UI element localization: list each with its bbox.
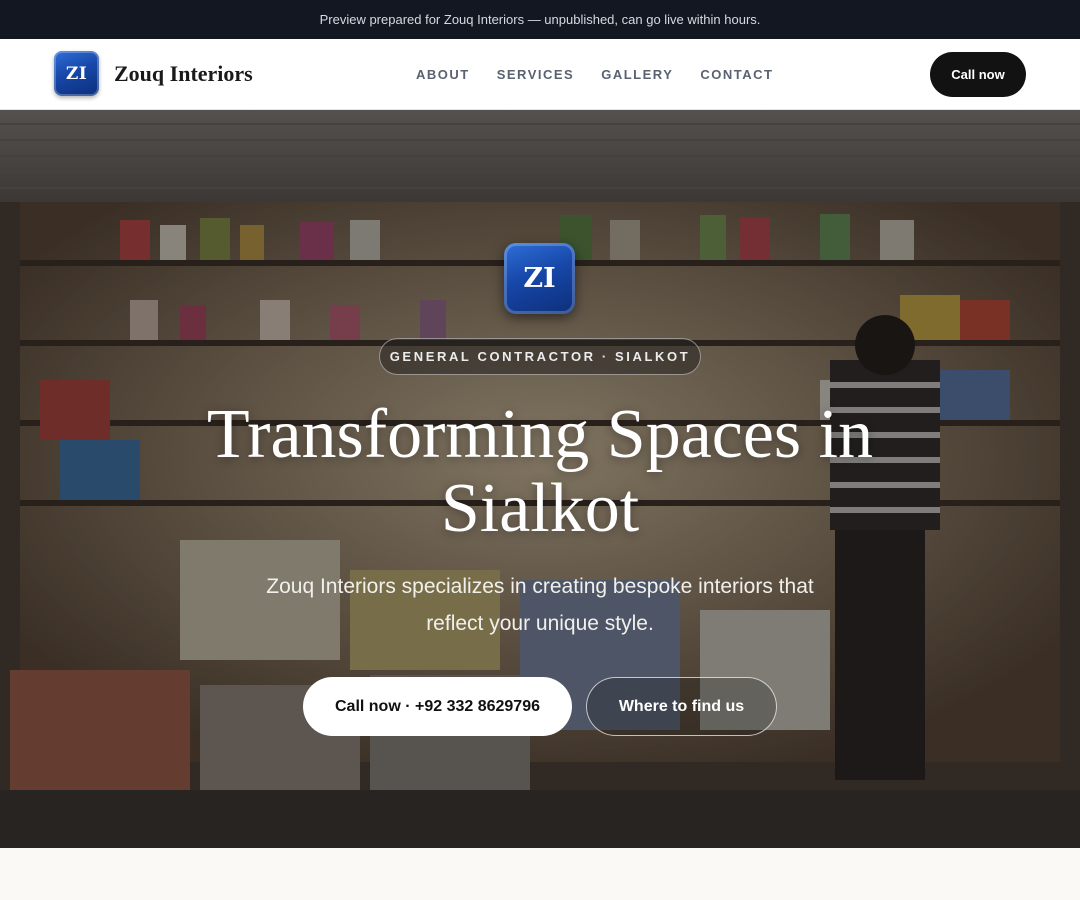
nav-link-gallery[interactable]: GALLERY [601, 67, 673, 82]
hero-logo: ZI [504, 243, 575, 314]
preview-banner: Preview prepared for Zouq Interiors — un… [0, 0, 1080, 39]
hero-subtitle: Zouq Interiors specializes in creating b… [266, 575, 814, 635]
hero-location-button[interactable]: Where to find us [586, 677, 777, 736]
hero-eyebrow-badge: GENERAL CONTRACTOR · SIALKOT [379, 338, 701, 375]
hero-call-button[interactable]: Call now · +92 332 8629796 [303, 677, 572, 736]
main-nav: ABOUT SERVICES GALLERY CONTACT [416, 39, 773, 109]
nav-link-about[interactable]: ABOUT [416, 67, 470, 82]
nav-link-services[interactable]: SERVICES [497, 67, 575, 82]
brand[interactable]: ZI Zouq Interiors [54, 51, 253, 96]
preview-banner-text: Preview prepared for Zouq Interiors — un… [319, 12, 761, 27]
header-call-button[interactable]: Call now [930, 52, 1026, 97]
brand-name: Zouq Interiors [114, 60, 253, 86]
site-header: ZI Zouq Interiors ABOUT SERVICES GALLERY… [0, 39, 1080, 110]
nav-link-contact[interactable]: CONTACT [700, 67, 773, 82]
hero-section: ZI GENERAL CONTRACTOR · SIALKOT Transfor… [0, 110, 1080, 848]
hero-content: ZI GENERAL CONTRACTOR · SIALKOT Transfor… [0, 110, 1080, 848]
brand-logo: ZI [54, 51, 99, 96]
hero-title: Transforming Spaces in Sialkot [206, 396, 874, 547]
